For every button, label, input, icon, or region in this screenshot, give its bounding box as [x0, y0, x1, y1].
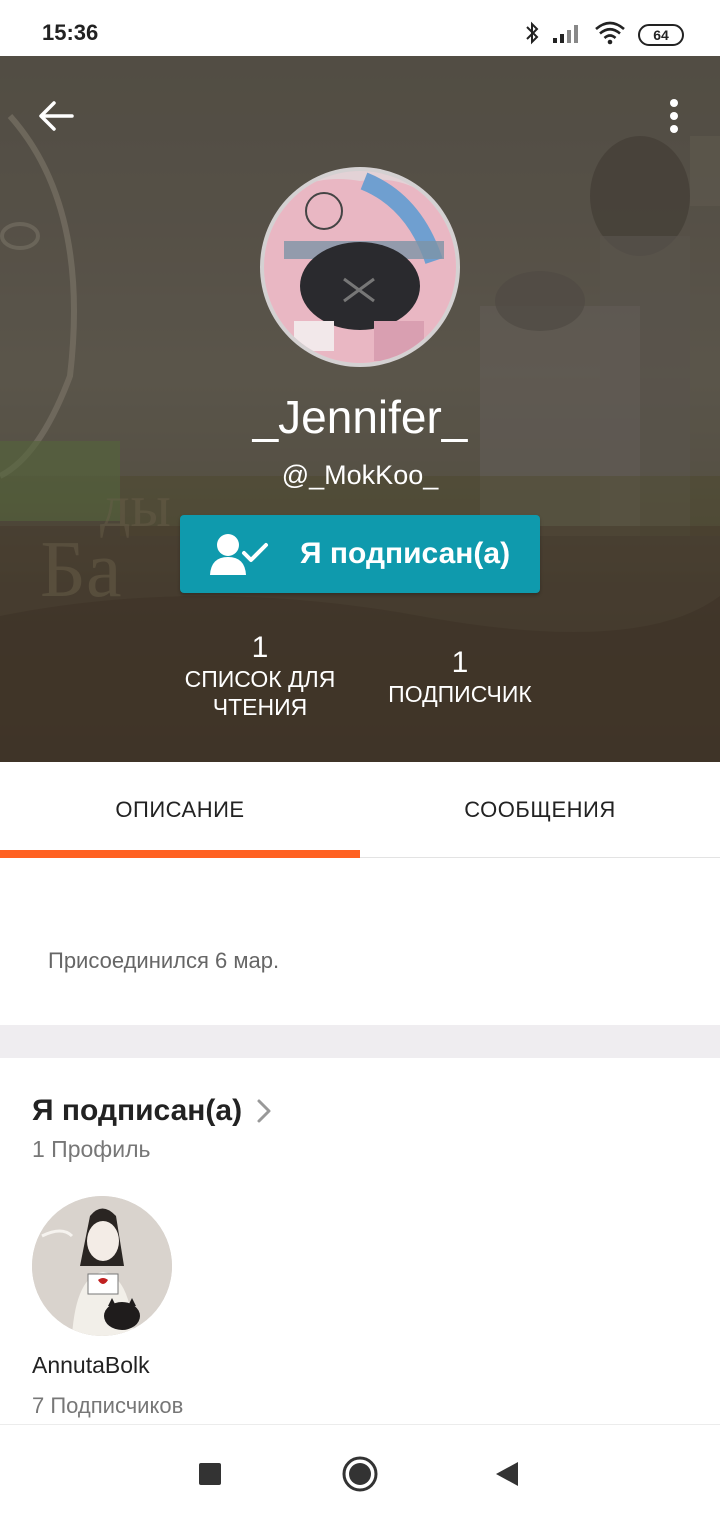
signal-icon [552, 22, 582, 49]
square-icon [199, 1463, 221, 1485]
more-options-button[interactable] [656, 90, 692, 142]
tab-messages[interactable]: СООБЩЕНИЯ [360, 762, 720, 858]
followed-profile-card[interactable]: AnnutaBolk 7 Подписчиков [32, 1196, 252, 1419]
followers-count: 1 [451, 646, 469, 679]
followed-profile-name: AnnutaBolk [32, 1352, 150, 1378]
recents-button[interactable] [185, 1449, 235, 1499]
section-divider [0, 1025, 720, 1058]
triangle-back-icon [496, 1462, 518, 1486]
user-check-icon [210, 534, 268, 575]
reading-lists-stat[interactable]: 1 СПИСОК ДЛЯ ЧТЕНИЯ [170, 631, 350, 721]
bluetooth-icon [524, 21, 540, 50]
followers-label: ПОДПИСЧИК [388, 681, 532, 707]
wifi-icon [594, 21, 626, 50]
following-section-header[interactable]: Я подписан(а) [32, 1094, 272, 1128]
arrow-left-icon [39, 101, 74, 131]
tab-about[interactable]: ОПИСАНИЕ [0, 762, 360, 858]
followed-profile-followers: 7 Подписчиков [32, 1393, 184, 1418]
back-nav-button[interactable] [482, 1449, 532, 1499]
profile-tabs: ОПИСАНИЕ СООБЩЕНИЯ [0, 762, 720, 858]
circle-icon [342, 1456, 378, 1492]
followed-profile-avatar[interactable] [32, 1196, 172, 1336]
joined-date: Присоединился 6 мар. [48, 948, 280, 973]
followers-stat[interactable]: 1 ПОДПИСЧИК [375, 646, 545, 708]
status-bar: 15:36 64 [0, 0, 720, 56]
following-toggle-button[interactable]: Я подписан(а) [180, 515, 540, 593]
following-count: 1 Профиль [32, 1136, 151, 1162]
status-icons: 64 [524, 20, 684, 50]
reading-lists-count: 1 [251, 631, 269, 664]
following-toggle-label: Я подписан(а) [300, 537, 511, 570]
system-nav-bar [0, 1424, 720, 1520]
display-name: _Jennifer_ [252, 391, 468, 443]
following-section-title: Я подписан(а) [32, 1094, 243, 1127]
username-handle: @_MokKoo_ [281, 460, 439, 490]
status-time: 15:36 [42, 20, 99, 45]
avatar-image [264, 171, 456, 363]
chevron-right-icon [257, 1099, 271, 1123]
more-vertical-icon [670, 99, 678, 133]
back-button[interactable] [30, 90, 82, 142]
avatar-image [32, 1196, 172, 1336]
reading-lists-label: СПИСОК ДЛЯ ЧТЕНИЯ [184, 666, 336, 720]
profile-avatar[interactable] [260, 167, 460, 367]
profile-header: Ба ды _Jennifer_ @_MokKoo_ Я подписан(а)… [0, 56, 720, 762]
battery-icon: 64 [638, 24, 684, 46]
home-button[interactable] [335, 1449, 385, 1499]
